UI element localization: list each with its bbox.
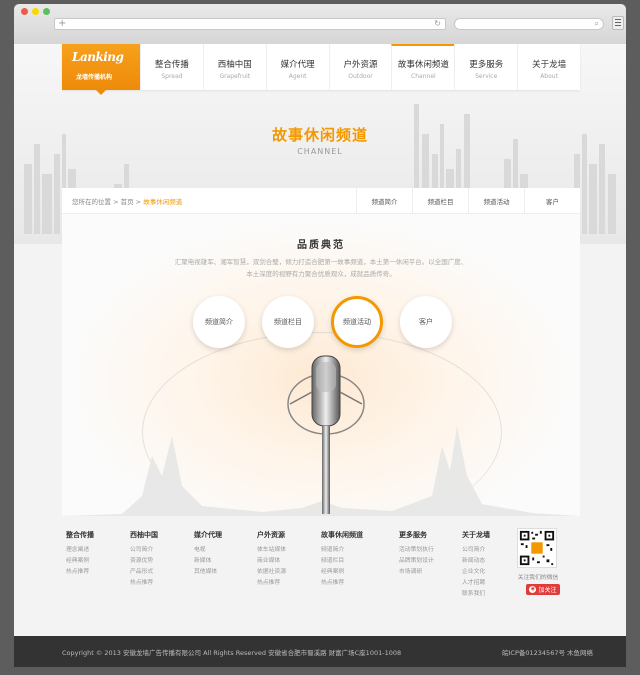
breadcrumb: 您所在的位置 > 首页 > 故事休闲频道: [72, 197, 183, 206]
circle-events-button[interactable]: 频道活动: [331, 296, 383, 348]
address-bar[interactable]: + ↻: [54, 18, 446, 30]
logo-mark: Lanking: [72, 50, 124, 64]
circle-intro-button[interactable]: 频道简介: [193, 296, 245, 348]
maximize-window-button[interactable]: [43, 8, 50, 15]
footer-col-spread: 整合传播 理念阐述 经典案例 热点推荐: [66, 531, 94, 575]
nav-item-about[interactable]: 关于龙墙 About: [517, 44, 580, 90]
breadcrumb-home[interactable]: 首页: [121, 198, 134, 206]
footer-links: 整合传播 理念阐述 经典案例 热点推荐 西柚中国 公司简介 资源优势 产品形式 …: [62, 524, 580, 636]
wechat-qr-code: [517, 528, 557, 568]
footer-col-outdoor: 户外资源 体车站媒体 商业媒体 依据社资源 热点推荐: [257, 531, 286, 586]
logo-name: 龙墙传播机构: [76, 74, 113, 81]
content-panel: 品质典范 汇聚电视雄军、湘军智慧，双剑合璧，倾力打造合肥第一故事频道，本土第一休…: [62, 214, 580, 516]
minimize-window-button[interactable]: [32, 8, 39, 15]
footer-col-grapefruit: 西柚中国 公司简介 资源优势 产品形式 热点推荐: [130, 531, 158, 586]
nav-item-grapefruit[interactable]: 西柚中国 Grapefruit: [202, 44, 266, 90]
browser-search-field[interactable]: ⌕: [454, 18, 604, 30]
copyright-text: Copyright © 2013 安徽龙墙广告传播有限公司 All Rights…: [62, 648, 402, 657]
subnav-events[interactable]: 频道活动: [468, 188, 524, 213]
circle-clients-button[interactable]: 客户: [400, 296, 452, 348]
nav-item-spread[interactable]: 整合传播 Spread: [140, 44, 203, 90]
microphone-icon: [287, 355, 365, 514]
nav-item-channel[interactable]: 故事休闲频道 Channel: [391, 44, 455, 90]
channel-subnav: 频道简介 频道栏目 频道活动 客户: [356, 188, 580, 213]
close-window-button[interactable]: [21, 8, 28, 15]
nav-item-agent[interactable]: 媒介代理 Agent: [265, 44, 329, 90]
site-logo[interactable]: Lanking 龙墙传播机构: [62, 44, 140, 95]
footer-col-service: 更多服务 活动策划执行 品牌策划设计 市场调研: [399, 531, 434, 575]
icp-text: 皖ICP备01234567号 木鱼网络: [502, 648, 594, 657]
reload-icon[interactable]: ↻: [434, 19, 441, 28]
subnav-clients[interactable]: 客户: [524, 188, 580, 213]
new-tab-icon[interactable]: +: [58, 18, 66, 29]
page-title-text: 故事休闲频道: [271, 126, 368, 144]
breadcrumb-current: 故事休闲频道: [143, 197, 183, 206]
page-subtitle: CHANNEL: [297, 147, 343, 156]
page-title: 故事休闲频道 CHANNEL: [14, 124, 626, 156]
footer-col-about: 关于龙墙 公司简介 新闻动态 企业文化 人才招聘 联系我们: [462, 531, 490, 597]
main-nav: 整合传播 Spread 西柚中国 Grapefruit 媒介代理 Agent 户外资源…: [140, 44, 580, 90]
subnav-intro[interactable]: 频道简介: [356, 188, 412, 213]
search-icon: ⌕: [594, 19, 599, 28]
circle-menu: 频道简介 频道栏目 频道活动 客户: [62, 296, 580, 352]
footer-bar: Copyright © 2013 安徽龙墙广告传播有限公司 All Rights…: [14, 636, 626, 667]
section-description: 汇聚电视雄军、湘军智慧，双剑合璧，倾力打造合肥第一故事频道，本土第一休闲平台。以…: [174, 258, 468, 278]
browser-chrome: + ↻ ⌕: [14, 4, 626, 44]
nav-item-outdoor[interactable]: 户外资源 Outdoor: [328, 44, 392, 90]
web-page: Lanking 龙墙传播机构 整合传播 Spread 西柚中国 Grapefruit…: [14, 44, 626, 636]
site-header: Lanking 龙墙传播机构 整合传播 Spread 西柚中国 Grapefruit…: [62, 44, 580, 95]
window-controls: [21, 8, 50, 15]
browser-menu-button[interactable]: [612, 16, 624, 30]
qr-caption: 关注我们的微信: [517, 575, 559, 581]
nav-item-service[interactable]: 更多服务 Service: [454, 44, 517, 90]
breadcrumb-bar: 您所在的位置 > 首页 > 故事休闲频道 频道简介 频道栏目 频道活动 客户: [62, 188, 580, 214]
weibo-icon: ◉: [529, 586, 537, 593]
section-title: 品质典范: [297, 240, 345, 251]
footer-col-channel: 故事休闲频道 频道简介 频道栏目 经典案例 热点推荐: [321, 531, 363, 586]
circle-programs-button[interactable]: 频道栏目: [262, 296, 314, 348]
weibo-follow-button[interactable]: ◉ 加关注: [526, 584, 560, 595]
footer-col-agent: 媒介代理 电视 新媒体 其他媒体: [194, 531, 222, 575]
subnav-programs[interactable]: 频道栏目: [412, 188, 468, 213]
